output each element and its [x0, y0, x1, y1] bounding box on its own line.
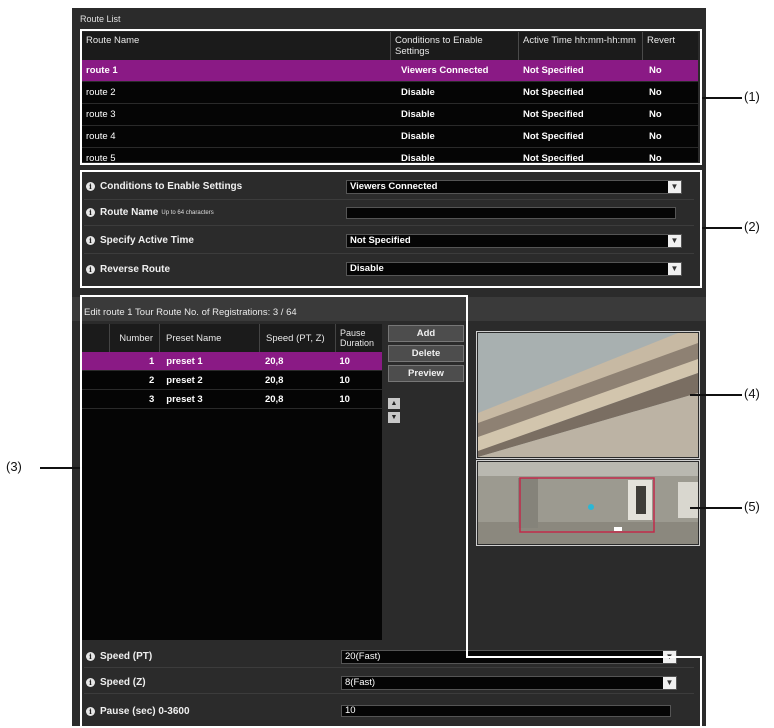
speed-pt-value: 20(Fast)	[345, 650, 381, 662]
callout-box-3	[80, 295, 468, 645]
chevron-down-icon[interactable]: ▼	[663, 676, 676, 689]
callout-line-3	[40, 467, 80, 469]
pause-row: i Pause (sec) 0-3600 10	[84, 700, 694, 722]
callout-3-divider	[466, 295, 468, 658]
speed-pt-label: Speed (PT)	[100, 651, 153, 662]
camera-frame-2	[476, 460, 700, 546]
callout-3-left	[80, 643, 82, 728]
callout-line-2	[702, 227, 742, 229]
callout-label-2: (2)	[744, 219, 760, 234]
info-icon[interactable]: i	[86, 706, 95, 716]
pause-label-wrap: i Pause (sec) 0-3600	[84, 706, 341, 717]
callout-label-1: (1)	[744, 89, 760, 104]
callout-box-2	[80, 170, 702, 288]
callout-label-5: (5)	[744, 499, 760, 514]
info-icon[interactable]: i	[86, 652, 95, 661]
speed-z-value: 8(Fast)	[345, 676, 376, 688]
camera-frame-1	[476, 331, 700, 459]
pause-input[interactable]: 10	[341, 705, 671, 717]
pause-value: 10	[345, 705, 356, 716]
speed-z-row: i Speed (Z) 8(Fast) ▼	[84, 672, 694, 694]
callout-3-right	[700, 656, 702, 728]
callout-box-1	[80, 29, 702, 165]
pause-label: Pause (sec) 0-3600	[100, 705, 190, 717]
speed-z-label: Speed (Z)	[100, 677, 146, 688]
route-list-title: Route List	[80, 14, 121, 24]
callout-line-4	[690, 394, 742, 396]
info-icon[interactable]: i	[86, 678, 95, 687]
callout-line-5	[690, 507, 742, 509]
callout-line-1	[702, 97, 742, 99]
callout-3-step	[466, 656, 702, 658]
speed-z-label-wrap: i Speed (Z)	[84, 677, 341, 688]
speed-z-select[interactable]: 8(Fast) ▼	[341, 675, 677, 690]
speed-pt-label-wrap: i Speed (PT)	[84, 651, 341, 662]
callout-label-3: (3)	[6, 459, 22, 474]
callout-label-4: (4)	[744, 386, 760, 401]
